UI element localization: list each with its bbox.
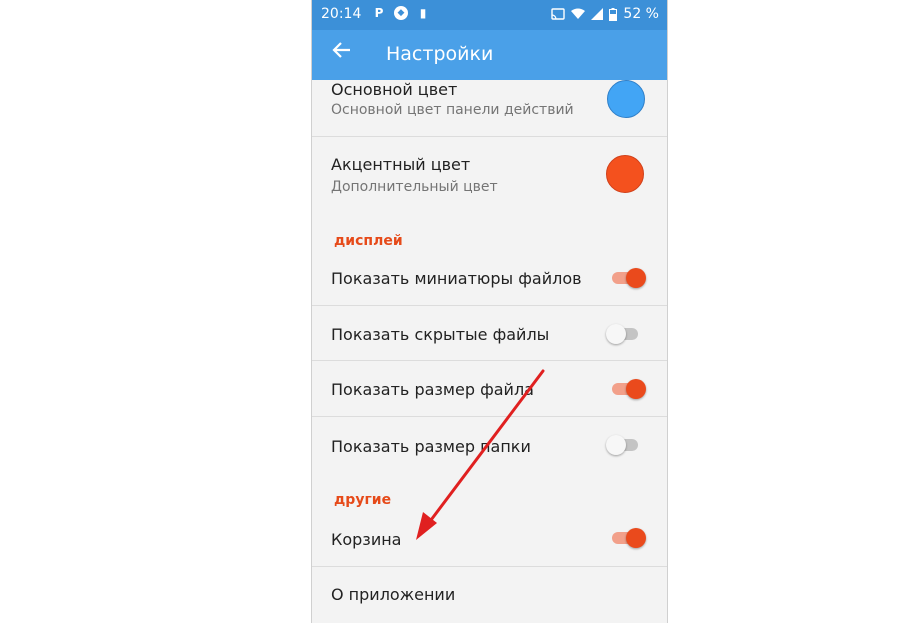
section-header-display: дисплей	[334, 233, 403, 249]
compass-icon: ◆	[394, 6, 408, 20]
setting-title: Корзина	[331, 530, 402, 549]
page-title: Настройки	[386, 43, 494, 65]
setting-title: Показать скрытые файлы	[331, 325, 550, 344]
parking-icon: P	[374, 6, 384, 20]
accent-color-swatch[interactable]	[606, 155, 644, 193]
back-button[interactable]	[332, 40, 352, 66]
setting-title: О приложении	[331, 585, 456, 604]
status-right-icons: 52 %	[551, 6, 659, 22]
setting-title: Основной цвет	[331, 80, 458, 99]
setting-title: Показать миниатюры файлов	[331, 269, 582, 288]
setting-accent-color[interactable]: Акцентный цвет Дополнительный цвет	[312, 137, 667, 205]
status-time: 20:14	[321, 6, 362, 22]
signal-icon	[591, 8, 604, 20]
section-header-other: другие	[334, 492, 392, 508]
battery-percent: 52 %	[623, 6, 659, 22]
status-left-icons: P ◆ ▮	[372, 6, 430, 20]
setting-about[interactable]: О приложении	[312, 567, 667, 623]
status-bar: 20:14 P ◆ ▮ 52 %	[312, 0, 667, 30]
setting-title: Показать размер файла	[331, 380, 534, 399]
setting-primary-color[interactable]: Основной цвет Основной цвет панели дейст…	[312, 80, 667, 136]
setting-subtitle: Основной цвет панели действий	[331, 102, 574, 118]
toggle-thumb	[626, 379, 646, 399]
trash-icon: ▮	[419, 6, 427, 20]
toggle-thumb	[606, 435, 626, 455]
setting-show-file-size[interactable]: Показать размер файла	[312, 361, 667, 416]
cast-icon	[551, 8, 566, 20]
setting-title: Показать размер папки	[331, 437, 531, 456]
setting-show-thumbnails[interactable]: Показать миниатюры файлов	[312, 252, 667, 304]
trash-toggle[interactable]	[610, 527, 646, 549]
primary-color-swatch[interactable]	[607, 80, 645, 118]
toggle-thumb	[606, 324, 626, 344]
battery-icon	[609, 7, 618, 21]
setting-trash[interactable]: Корзина	[312, 512, 667, 565]
app-toolbar: Настройки	[312, 30, 667, 80]
toggle-thumb	[626, 528, 646, 548]
wifi-icon	[571, 8, 586, 19]
arrow-left-icon	[332, 42, 350, 58]
phone-screen: 20:14 P ◆ ▮ 52 % Настройки Основной цвет…	[312, 0, 667, 623]
toggle-thumb	[626, 268, 646, 288]
thumbnails-toggle[interactable]	[610, 267, 646, 289]
setting-subtitle: Дополнительный цвет	[331, 179, 498, 195]
setting-title: Акцентный цвет	[331, 155, 471, 174]
setting-show-folder-size[interactable]: Показать размер папки	[312, 417, 667, 472]
file-size-toggle[interactable]	[610, 378, 646, 400]
folder-size-toggle[interactable]	[606, 434, 642, 456]
setting-show-hidden[interactable]: Показать скрытые файлы	[312, 306, 667, 360]
hidden-files-toggle[interactable]	[606, 323, 642, 345]
